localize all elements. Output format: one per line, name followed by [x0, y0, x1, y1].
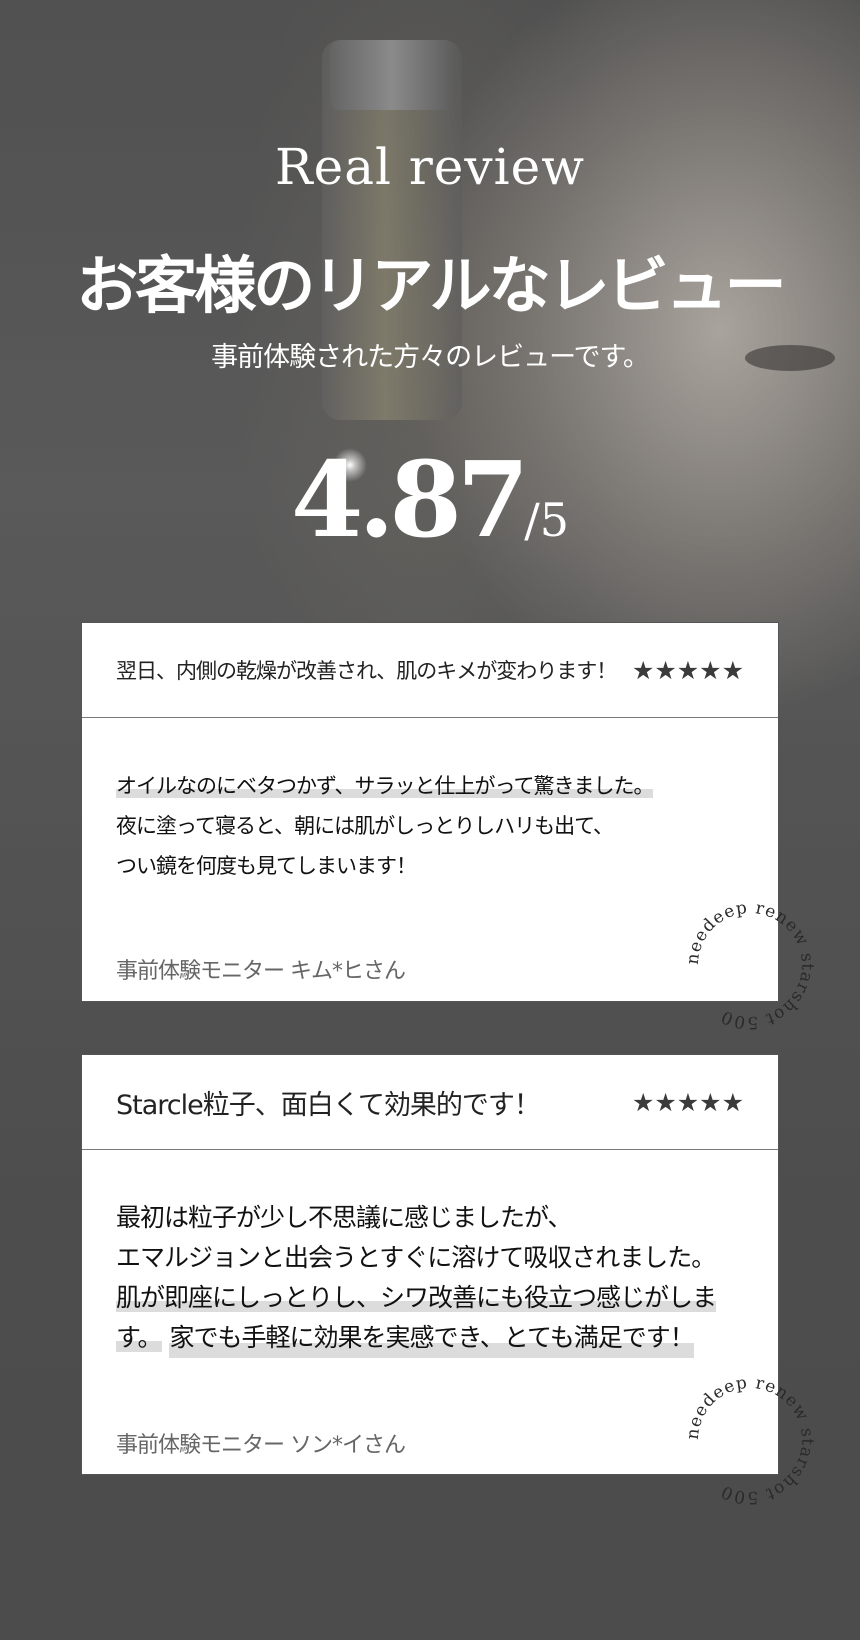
review-card: 翌日、内側の乾燥が改善され、肌のキメが変わります！ ★★★★★ オイルなのにベタ… — [81, 622, 779, 1002]
review-card-header: Starcle粒子、面白くて効果的です！ ★★★★★ — [82, 1055, 778, 1150]
svg-text:needeep renew starshot 500: needeep renew starshot 500 — [683, 1373, 817, 1507]
review-card: Starcle粒子、面白くて効果的です！ ★★★★★ 最初は粒子が少し不思議に感… — [81, 1054, 779, 1475]
page-subtitle: 事前体験された方々のレビューです。 — [211, 342, 650, 373]
review-line: エマルジョンと出会うとすぐに溶けて吸収されました。 — [116, 1243, 716, 1272]
review-line: つい鏡を何度も見てしまいます！ — [116, 854, 417, 878]
review-card-header: 翌日、内側の乾燥が改善され、肌のキメが変わります！ ★★★★★ — [82, 623, 778, 718]
review-line: オイルなのにベタつかず、サラッと仕上がって驚きました。 — [116, 774, 654, 798]
average-rating: 4.87/5 — [0, 438, 860, 561]
review-body: 最初は粒子が少し不思議に感じましたが、 エマルジョンと出会うとすぐに溶けて吸収さ… — [82, 1150, 778, 1358]
stamp-text: needeep renew starshot 500 — [683, 898, 816, 1032]
review-title: Starcle粒子、面白くて効果的です！ — [116, 1089, 541, 1121]
review-title: 翌日、内側の乾燥が改善され、肌のキメが変わります！ — [116, 659, 617, 683]
star-rating-icon: ★★★★★ — [631, 655, 744, 685]
rating-score: 4.87 — [290, 438, 529, 561]
review-line: 最初は粒子が少し不思議に感じましたが、 — [116, 1203, 573, 1232]
reviewer-name: 事前体験モニター キム*ヒさん — [116, 959, 406, 984]
page-title: お客様のリアルなレビュー — [76, 249, 786, 322]
star-rating-icon: ★★★★★ — [631, 1087, 744, 1117]
review-line: 家でも手軽に効果を実感でき、とても満足です！ — [169, 1318, 695, 1358]
section-eyebrow: Real review — [274, 138, 586, 196]
rating-denominator: /5 — [524, 493, 570, 547]
svg-text:needeep renew starshot 500: needeep renew starshot 500 — [683, 898, 817, 1032]
review-body: オイルなのにベタつかず、サラッと仕上がって驚きました。 夜に塗って寝ると、朝には… — [82, 718, 778, 886]
reviewer-name: 事前体験モニター ソン*イさん — [116, 1433, 406, 1458]
stamp-text: needeep renew starshot 500 — [683, 1373, 816, 1507]
brand-stamp-icon: needeep renew starshot 500 — [683, 898, 817, 1032]
brand-stamp-icon: needeep renew starshot 500 — [683, 1373, 817, 1507]
review-line: 夜に塗って寝ると、朝には肌がしっとりしハリも出て、 — [116, 814, 614, 838]
